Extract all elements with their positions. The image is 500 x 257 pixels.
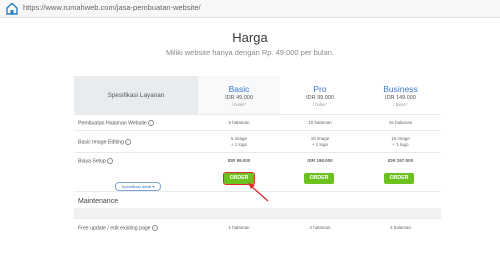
row-label: Pembuatan Halaman Website i: [78, 120, 154, 126]
address-bar[interactable]: https://www.rumahweb.com/jasa-pembuatan-…: [0, 0, 500, 18]
table-cell: IDR 99.000: [227, 158, 251, 163]
plan-name: Pro: [313, 84, 327, 94]
plan-period: / bulan*: [231, 102, 247, 107]
table-cell: 3 halaman: [389, 225, 411, 230]
page-subtitle: Miliki website hanya dengan Rp. 49.000 p…: [165, 48, 335, 57]
info-icon[interactable]: i: [124, 139, 131, 145]
table-row: Pembuatan Halaman Website i 5 halaman 10 …: [74, 114, 441, 131]
row-label: Free update / edit existing page i: [78, 225, 158, 231]
table-cell: 2 halaman: [309, 225, 331, 230]
section-title: Maintenance: [78, 198, 119, 205]
table-cell: 15 image + 1 logo: [391, 136, 410, 147]
order-button-basic[interactable]: ORDER: [222, 171, 256, 186]
plan-business-header: Business IDR 149.000 / bulan*: [360, 76, 441, 114]
chevron-down-icon: ▾: [152, 184, 155, 189]
plan-pro-header: Pro IDR 99.000 / bulan*: [280, 76, 361, 114]
section-divider: [74, 208, 441, 218]
order-button-pro[interactable]: ORDER: [304, 173, 334, 184]
url-text[interactable]: https://www.rumahweb.com/jasa-pembuatan-…: [23, 3, 201, 12]
table-cell: 5 image + 1 logo: [230, 136, 248, 147]
plan-price: IDR 99.000: [306, 95, 334, 101]
pricing-table: Spesifikasi Layanan Basic IDR 49.000 / b…: [74, 76, 441, 252]
table-cell: 1 halaman: [228, 225, 250, 230]
table-cell: 10 image + 1 logo: [310, 136, 330, 147]
table-cell: IDR 198.000: [307, 158, 333, 163]
plan-period: / bulan*: [312, 102, 328, 107]
plan-name: Basic: [228, 84, 250, 94]
order-button-business[interactable]: ORDER: [384, 173, 414, 184]
info-icon[interactable]: i: [106, 158, 113, 164]
table-header-cell: Spesifikasi Layanan: [74, 76, 199, 114]
table-cell: 5 halaman: [228, 120, 250, 125]
plan-basic-header: Basic IDR 49.000 / bulan*: [198, 76, 281, 114]
table-header-label: Spesifikasi Layanan: [107, 92, 165, 99]
table-cell: IDR 297.000: [387, 158, 414, 163]
table-row: Free update / edit existing page i 1 hala…: [74, 218, 441, 237]
plan-name: Business: [383, 84, 418, 94]
plan-price: IDR 149.000: [385, 95, 416, 101]
plan-period: / bulan*: [393, 102, 408, 107]
table-cell: 15 halaman: [388, 120, 413, 125]
spec-detail-toggle[interactable]: Spesifikasi detail ▾: [115, 182, 161, 191]
table-row: Basic Image Editing i 5 image + 1 logo 10…: [74, 130, 441, 153]
plan-price: IDR 49.000: [225, 95, 253, 101]
page-title: Harga: [232, 30, 268, 45]
maintenance-section: Maintenance: [74, 191, 441, 209]
row-label: Basic Image Editing i: [78, 139, 131, 145]
table-cell: 10 halaman: [308, 120, 332, 125]
info-icon[interactable]: i: [151, 225, 158, 231]
table-row: Biaya Setup i IDR 99.000 IDR 198.000 IDR …: [74, 152, 441, 169]
home-icon[interactable]: [5, 2, 19, 15]
row-label: Biaya Setup i: [78, 158, 113, 164]
info-icon[interactable]: i: [147, 120, 154, 126]
